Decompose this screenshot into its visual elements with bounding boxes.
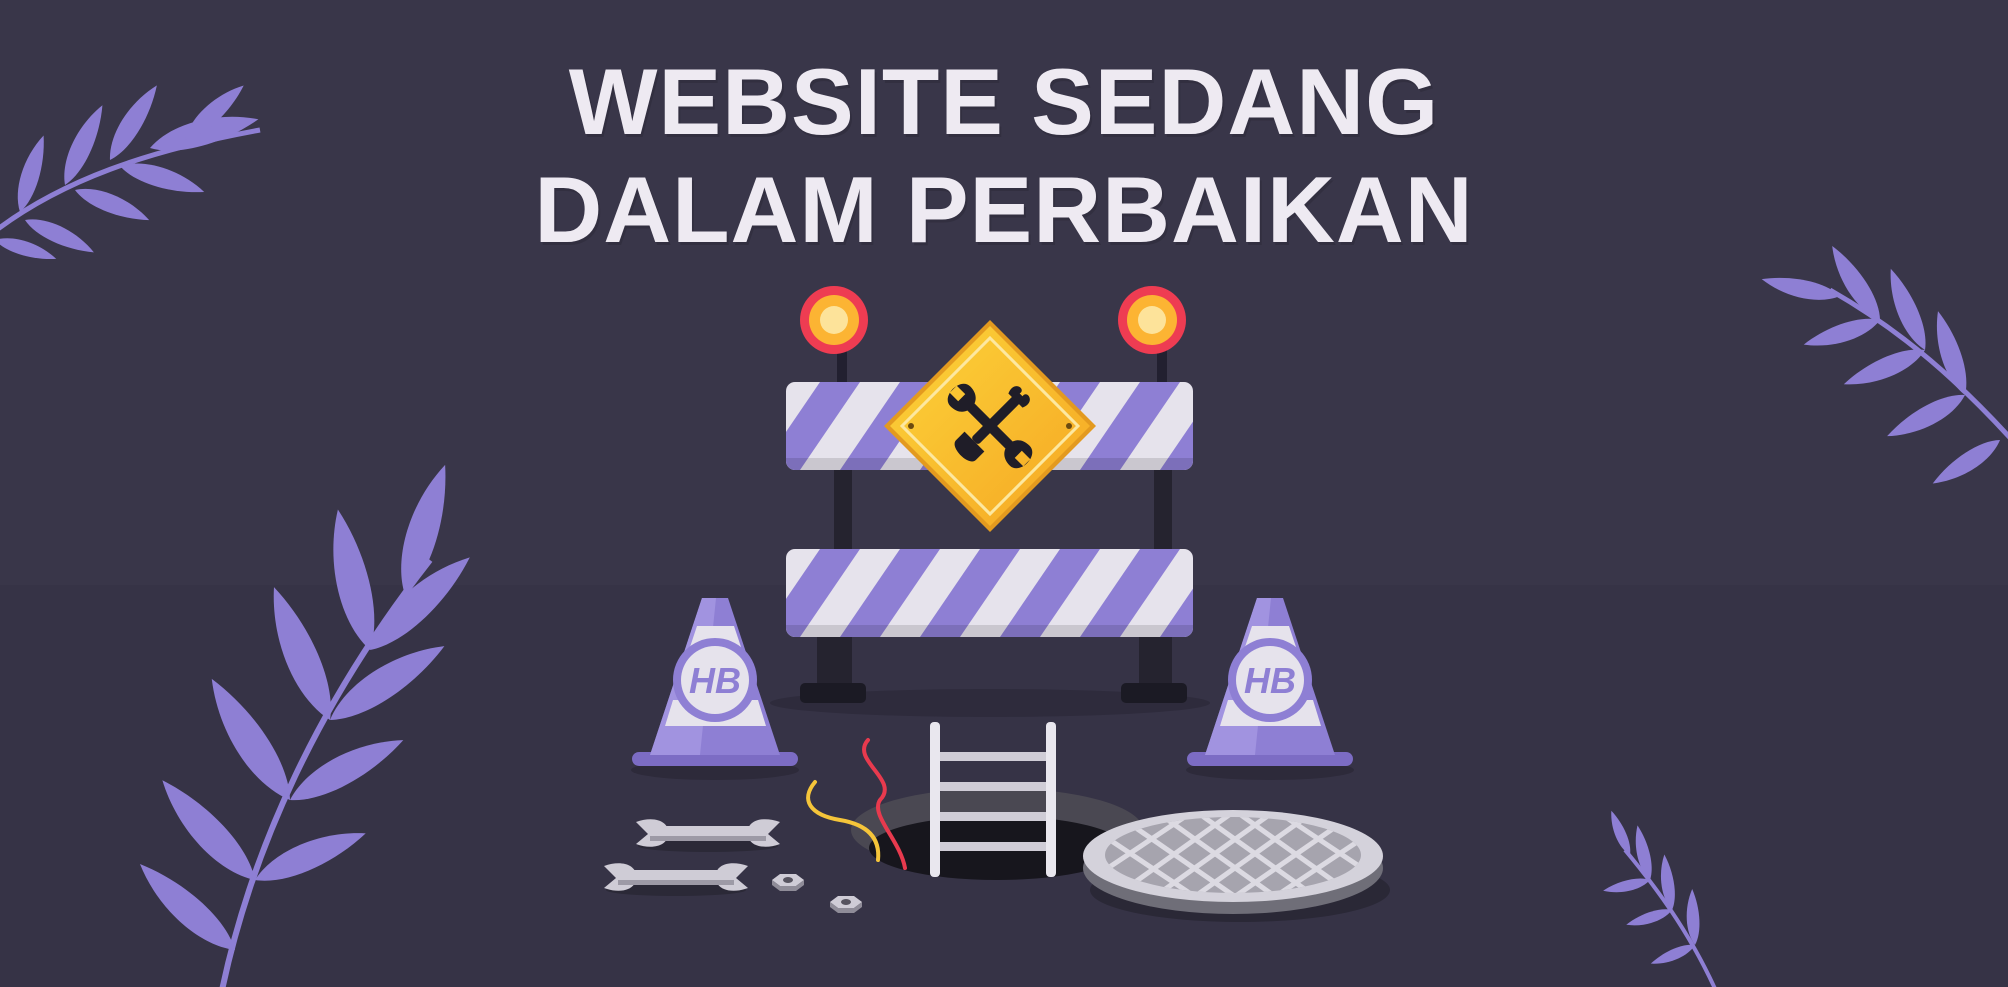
traffic-cone-icon: HB	[1186, 598, 1354, 780]
leaf-branch-icon	[131, 460, 482, 987]
warning-sign	[884, 320, 1096, 532]
maintenance-page: WEBSITE SEDANG DALAM PERBAIKAN HB HB	[0, 0, 2008, 987]
nut-icon	[772, 874, 804, 891]
leaf-branch-icon	[1759, 240, 2008, 491]
warning-light-icon	[1118, 286, 1186, 354]
cone-logo-text: HB	[689, 660, 741, 701]
wrench-icon	[636, 819, 780, 852]
warning-light-icon	[800, 286, 868, 354]
leaf-branch-icon	[1602, 808, 1717, 987]
maintenance-illustration: HB HB	[0, 79, 2008, 987]
barricade	[786, 286, 1193, 703]
nut-icon	[830, 896, 862, 913]
traffic-cone-icon: HB	[631, 598, 799, 780]
wrench-icon	[604, 863, 748, 896]
leaf-branch-icon	[0, 79, 262, 267]
cone-logo-text: HB	[1244, 660, 1296, 701]
